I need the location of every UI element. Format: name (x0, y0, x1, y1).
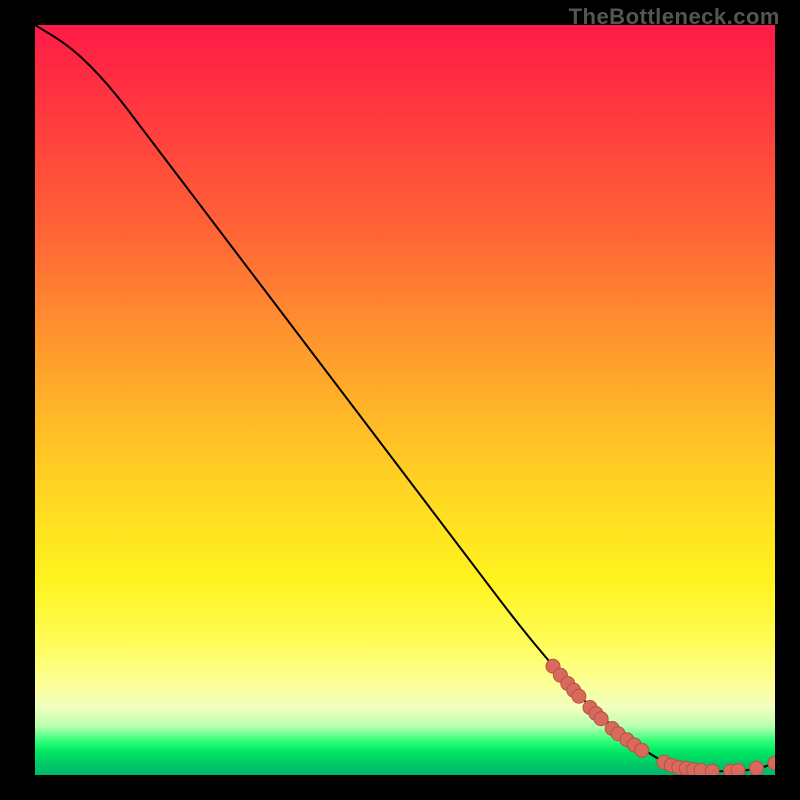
data-marker (635, 743, 649, 757)
data-marker (594, 712, 608, 726)
curve-layer (35, 25, 775, 775)
plot-area (35, 25, 775, 775)
data-marker (750, 761, 764, 775)
data-marker (705, 764, 719, 775)
data-marker (768, 756, 775, 770)
curve-line (35, 25, 775, 771)
markers-group (546, 659, 775, 775)
chart-stage: TheBottleneck.com (0, 0, 800, 800)
data-marker (572, 689, 586, 703)
data-marker (731, 764, 745, 776)
